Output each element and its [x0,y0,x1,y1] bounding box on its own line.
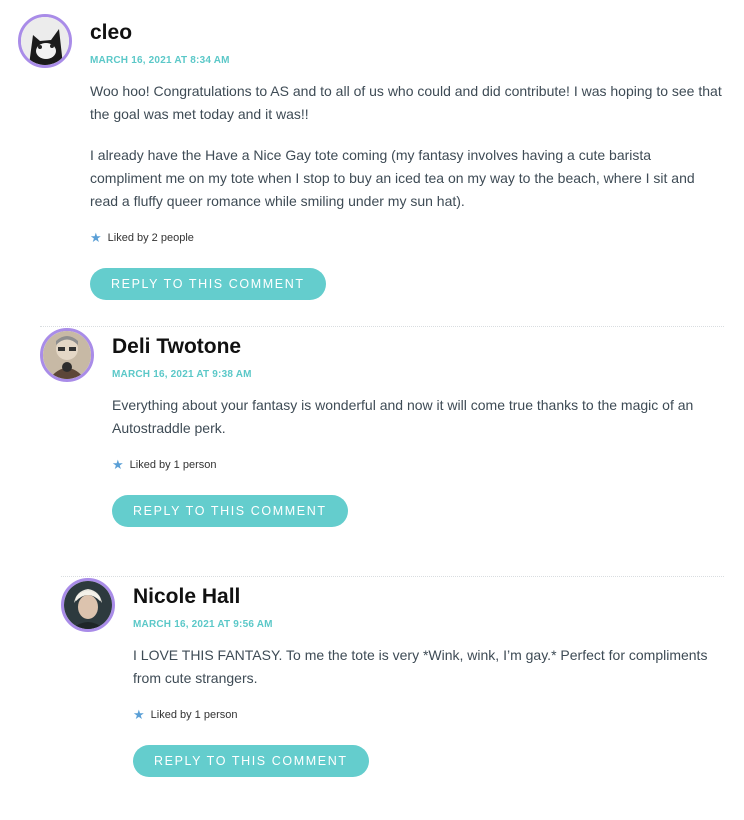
comment-author[interactable]: Nicole Hall [133,578,724,612]
comment-divider [61,576,724,577]
comment-text: I LOVE THIS FANTASY. To me the tote is v… [133,644,724,690]
comment-date[interactable]: MARCH 16, 2021 AT 8:34 AM [90,54,724,68]
comment-divider [40,326,724,327]
comment-paragraph: I already have the Have a Nice Gay tote … [90,147,695,209]
star-icon: ★ [90,230,102,245]
reply-button[interactable]: REPLY TO THIS COMMENT [112,495,348,527]
likes-count: Liked by 1 person [150,709,238,721]
person-avatar-image [43,331,91,379]
comment: cleo MARCH 16, 2021 AT 8:34 AM Woo hoo! … [18,14,724,300]
avatar[interactable] [18,14,72,68]
comment: Nicole Hall MARCH 16, 2021 AT 9:56 AM I … [61,578,724,777]
comment-paragraph: Woo hoo! Congratulations to AS and to al… [90,83,722,122]
comment-author[interactable]: Deli Twotone [112,328,724,362]
likes[interactable]: ★ Liked by 1 person [133,708,724,722]
star-icon: ★ [112,457,124,472]
comment-date[interactable]: MARCH 16, 2021 AT 9:56 AM [133,618,724,632]
star-icon: ★ [133,707,145,722]
avatar[interactable] [40,328,94,382]
reply-button[interactable]: REPLY TO THIS COMMENT [133,745,369,777]
cat-avatar-image [21,17,69,65]
likes-count: Liked by 2 people [107,232,194,244]
comment-text: Everything about your fantasy is wonderf… [112,394,724,440]
likes[interactable]: ★ Liked by 2 people [90,231,724,245]
avatar[interactable] [61,578,115,632]
likes[interactable]: ★ Liked by 1 person [112,458,724,472]
comment-paragraph: Everything about your fantasy is wonderf… [112,397,694,436]
comment-text: Woo hoo! Congratulations to AS and to al… [90,80,724,213]
comment-paragraph: I LOVE THIS FANTASY. To me the tote is v… [133,647,708,686]
reply-button[interactable]: REPLY TO THIS COMMENT [90,268,326,300]
comment-date[interactable]: MARCH 16, 2021 AT 9:38 AM [112,368,724,382]
comment-author[interactable]: cleo [90,14,724,48]
person-avatar-image [64,581,112,629]
likes-count: Liked by 1 person [129,459,217,471]
comment: Deli Twotone MARCH 16, 2021 AT 9:38 AM E… [40,328,724,527]
